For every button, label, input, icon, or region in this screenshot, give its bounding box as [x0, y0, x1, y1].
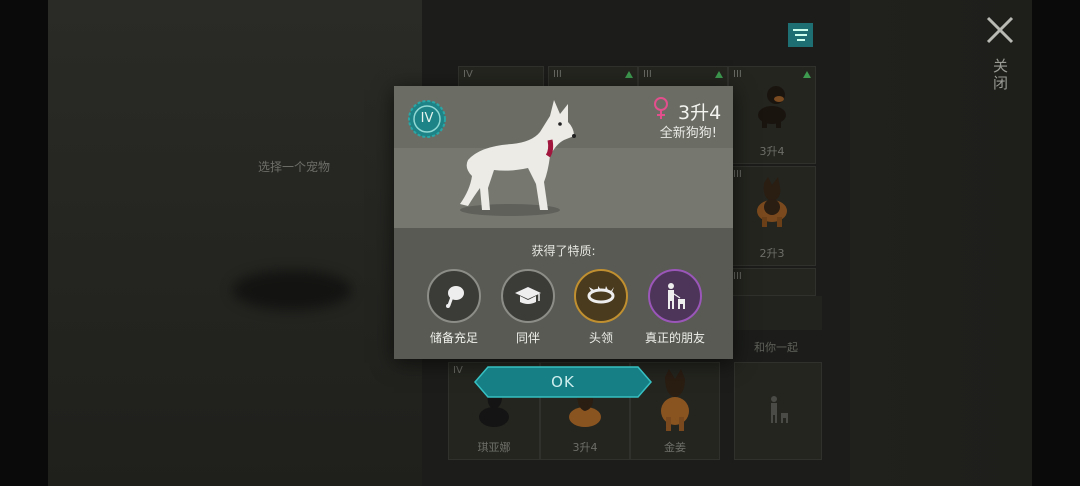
card-tier: III: [553, 69, 562, 80]
ok-button-label: OK: [551, 373, 575, 391]
graduation-cap-icon: [515, 287, 541, 304]
card-tier: IV: [463, 69, 473, 80]
close-label[interactable]: 关闭: [990, 58, 1011, 92]
add-companion-slot[interactable]: [734, 362, 822, 460]
upgrade-arrow-icon: [715, 71, 723, 78]
new-dog-dialog: IV 3升4 全新狗狗! 获得了特质: 储备充足 同伴 头领 真正的朋友: [394, 86, 733, 359]
pet-shadow: [232, 270, 352, 310]
card-name: 3升4: [572, 441, 598, 454]
trait-well-stocked[interactable]: 储备充足: [414, 269, 494, 346]
select-pet-hint: 选择一个宠物: [258, 160, 331, 174]
trait-icon-frame: [574, 269, 628, 323]
together-label: 和你一起: [754, 341, 798, 354]
trait-leader[interactable]: 头领: [561, 269, 641, 346]
tier-badge: IV: [408, 100, 446, 138]
trait-icon-frame: [648, 269, 702, 323]
trait-icon-frame: [501, 269, 555, 323]
together-slot: 和你一起: [732, 296, 822, 354]
traits-title: 获得了特质:: [531, 244, 596, 258]
card-name: 金姜: [664, 441, 686, 454]
new-dog-label: 全新狗狗!: [659, 126, 717, 141]
trait-label: 头领: [588, 331, 613, 345]
ok-button[interactable]: OK: [474, 366, 652, 398]
person-with-dog-icon: [668, 283, 685, 309]
spiked-collar-icon: [587, 286, 615, 304]
rottweiler-icon: [758, 86, 786, 128]
trait-label: 储备充足: [429, 331, 478, 345]
trait-true-friend[interactable]: 真正的朋友: [635, 269, 715, 346]
german-shepherd-icon: [757, 177, 787, 227]
trait-label: 真正的朋友: [644, 331, 705, 345]
tier-badge-label: IV: [420, 111, 434, 126]
dog-name: 3升4: [678, 102, 722, 124]
pet-preview-pane: 选择一个宠物: [48, 0, 422, 486]
close-icon[interactable]: [984, 14, 1016, 46]
meat-icon: [446, 286, 464, 308]
sort-menu-button[interactable]: [788, 23, 813, 47]
trait-companion[interactable]: 同伴: [488, 269, 568, 346]
card-name: 3升4: [759, 145, 785, 158]
upgrade-arrow-icon: [625, 71, 633, 78]
card-name: 2升3: [759, 247, 785, 260]
pet-card[interactable]: III 2升3: [728, 166, 816, 266]
card-tier: III: [733, 69, 742, 80]
white-shepherd-dog-image: [460, 100, 576, 216]
card-tier: III: [733, 169, 742, 180]
card-tier: III: [733, 271, 742, 282]
pet-card[interactable]: III: [728, 268, 816, 296]
german-shepherd-icon: [661, 369, 689, 431]
female-icon: [654, 97, 668, 119]
card-tier: IV: [453, 365, 463, 376]
trait-icon-frame: [427, 269, 481, 323]
upgrade-arrow-icon: [803, 71, 811, 78]
trait-label: 同伴: [515, 331, 540, 345]
person-with-dog-icon: [771, 396, 788, 423]
card-tier: III: [643, 69, 652, 80]
pet-card[interactable]: III 3升4: [728, 66, 816, 164]
card-name: 琪亚娜: [477, 441, 511, 454]
